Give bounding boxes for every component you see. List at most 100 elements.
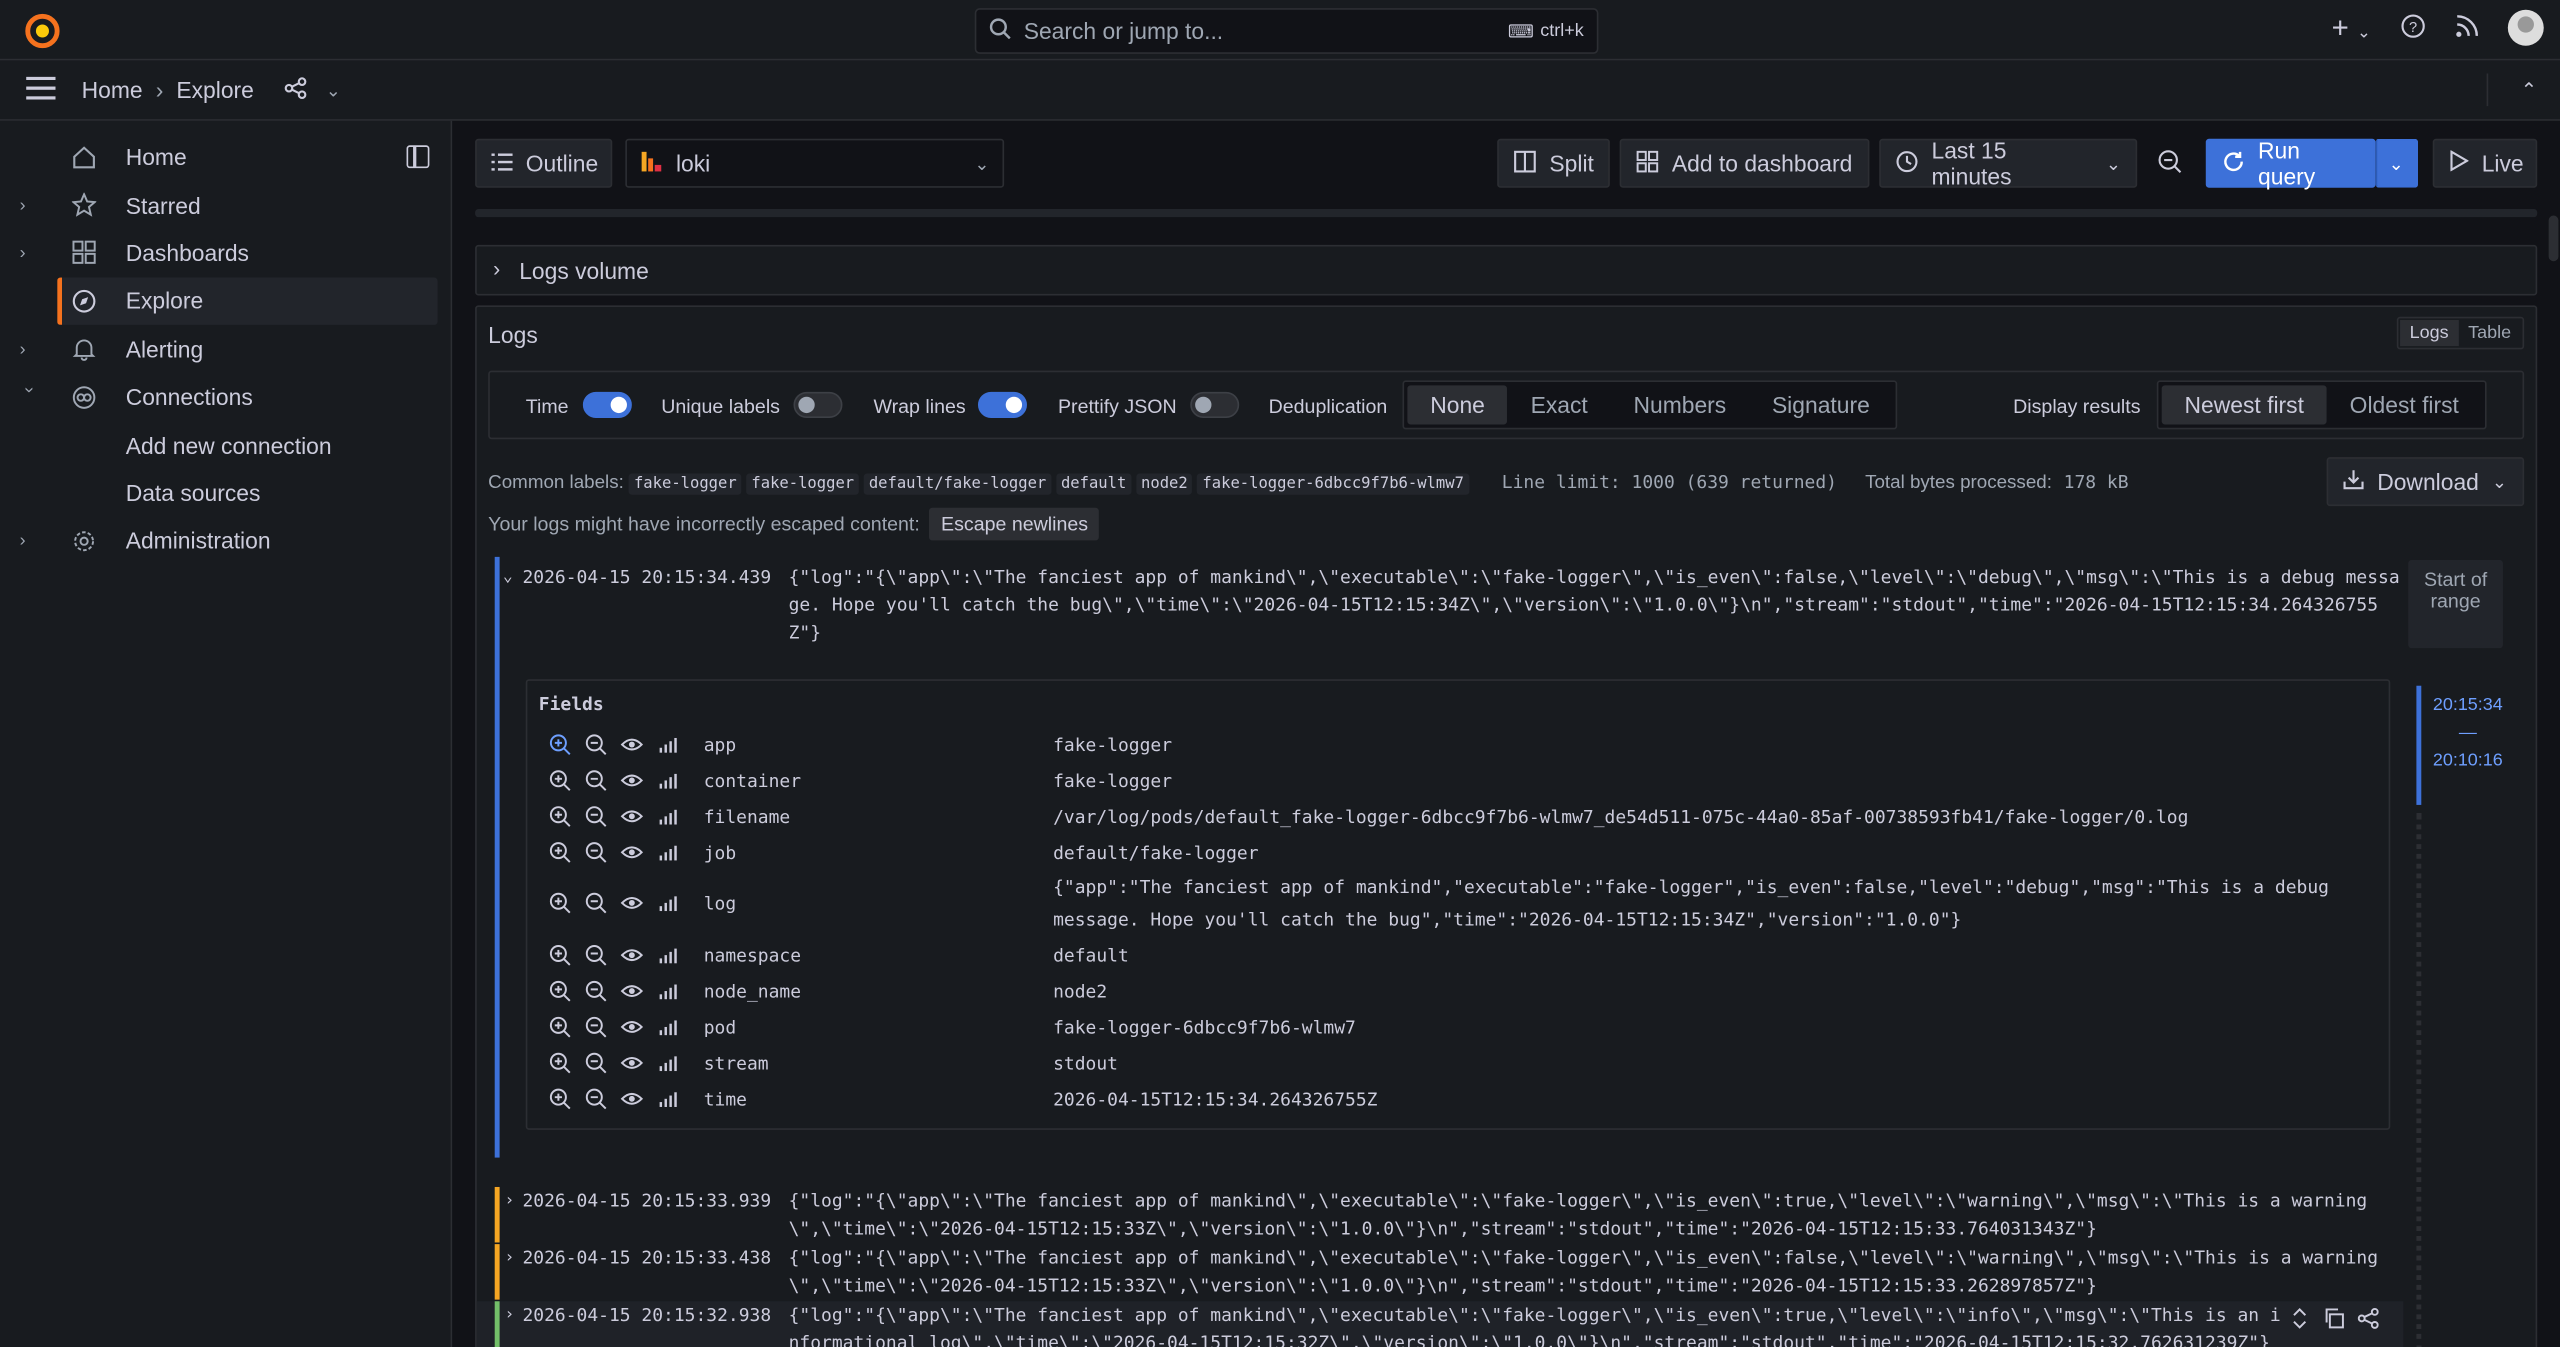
zoom-out-icon[interactable] [583, 839, 609, 865]
stats-icon[interactable] [655, 767, 681, 793]
sidebar-item-dashboards[interactable]: › Dashboards [0, 229, 452, 277]
tab-logs[interactable]: Logs [2399, 320, 2459, 347]
eye-icon[interactable] [619, 731, 645, 757]
sidebar-item-starred[interactable]: › Starred [0, 181, 452, 229]
zoom-in-icon[interactable] [547, 1086, 573, 1112]
zoom-in-icon[interactable] [547, 942, 573, 968]
escape-newlines-button[interactable]: Escape newlines [929, 507, 1100, 541]
log-row[interactable]: › 2026-04-15 20:15:32.938 {"log":"{\"app\"… [476, 1301, 2404, 1347]
sidebar-item-add-new-connection[interactable]: Add new connection [0, 421, 452, 469]
grafana-logo-icon[interactable] [23, 11, 62, 50]
start-of-range-button[interactable]: Start of range [2408, 560, 2503, 649]
search-input[interactable]: Search or jump to... ⌨ ctrl+k [974, 8, 1599, 54]
sidebar-item-home[interactable]: Home [0, 133, 452, 181]
eye-icon[interactable] [619, 1050, 645, 1076]
breadcrumb-home[interactable]: Home [82, 77, 143, 103]
dedup-none[interactable]: None [1407, 385, 1508, 425]
eye-icon[interactable] [619, 803, 645, 829]
zoom-out-icon[interactable] [583, 1014, 609, 1040]
chevron-up-icon[interactable]: ⌃ [2521, 78, 2537, 101]
sidebar-item-explore[interactable]: Explore [57, 277, 438, 326]
prettify-json-toggle[interactable] [1190, 391, 1240, 418]
zoom-in-icon[interactable] [547, 731, 573, 757]
menu-icon[interactable] [26, 75, 56, 104]
zoom-out-button[interactable] [2145, 139, 2191, 188]
chevron-right-icon[interactable]: › [20, 339, 40, 359]
eye-icon[interactable] [619, 942, 645, 968]
zoom-in-icon[interactable] [547, 890, 573, 916]
chevron-right-icon[interactable]: › [505, 1301, 515, 1329]
split-button[interactable]: Split [1497, 138, 1610, 188]
log-row[interactable]: › 2026-04-15 20:15:33.438 {"log":"{\"app\"… [477, 1244, 2404, 1300]
copy-icon[interactable] [2323, 1308, 2344, 1339]
help-icon[interactable]: ? [2400, 12, 2426, 43]
chevron-right-icon[interactable]: › [20, 243, 40, 263]
order-newest-first[interactable]: Newest first [2161, 385, 2327, 425]
zoom-in-icon[interactable] [547, 978, 573, 1004]
stats-icon[interactable] [655, 839, 681, 865]
eye-icon[interactable] [619, 767, 645, 793]
eye-icon[interactable] [619, 1014, 645, 1040]
stats-icon[interactable] [655, 942, 681, 968]
zoom-in-icon[interactable] [547, 767, 573, 793]
tab-table[interactable]: Table [2458, 320, 2521, 346]
zoom-out-icon[interactable] [583, 731, 609, 757]
chevron-down-icon[interactable]: › [20, 387, 40, 407]
log-row[interactable]: › 2026-04-15 20:15:33.939 {"log":"{\"app\"… [477, 1186, 2404, 1243]
stats-icon[interactable] [655, 890, 681, 916]
zoom-out-icon[interactable] [583, 890, 609, 916]
dedup-numbers[interactable]: Numbers [1611, 385, 1749, 424]
zoom-out-icon[interactable] [583, 803, 609, 829]
chevron-right-icon[interactable]: › [505, 1244, 515, 1272]
zoom-out-icon[interactable] [583, 767, 609, 793]
logs-volume-panel[interactable]: › Logs volume [475, 244, 2538, 296]
eye-icon[interactable] [619, 978, 645, 1004]
stats-icon[interactable] [655, 1086, 681, 1112]
share-icon[interactable] [2357, 1307, 2379, 1339]
chevron-right-icon[interactable]: › [20, 195, 40, 215]
zoom-out-icon[interactable] [583, 1050, 609, 1076]
chevron-right-icon[interactable]: › [493, 256, 500, 280]
avatar[interactable] [2507, 9, 2544, 46]
scrollbar[interactable] [2548, 215, 2559, 262]
sidebar-item-data-sources[interactable]: Data sources [0, 469, 452, 517]
stats-icon[interactable] [655, 1014, 681, 1040]
dedup-signature[interactable]: Signature [1749, 385, 1893, 424]
time-range-picker[interactable]: Last 15 minutes ⌄ [1879, 137, 2138, 189]
eye-icon[interactable] [619, 890, 645, 916]
expand-context-icon[interactable] [2289, 1308, 2310, 1339]
rss-icon[interactable] [2456, 14, 2479, 42]
dedup-exact[interactable]: Exact [1508, 385, 1611, 424]
order-oldest-first[interactable]: Oldest first [2327, 385, 2482, 424]
zoom-out-icon[interactable] [583, 942, 609, 968]
add-to-dashboard-button[interactable]: Add to dashboard [1619, 138, 1870, 188]
stats-icon[interactable] [655, 978, 681, 1004]
zoom-in-icon[interactable] [547, 803, 573, 829]
stats-icon[interactable] [655, 1050, 681, 1076]
download-button[interactable]: Download ⌄ [2326, 457, 2525, 507]
unique-labels-toggle[interactable] [793, 391, 843, 418]
share-icon[interactable] [283, 76, 306, 104]
live-button[interactable]: Live [2432, 138, 2538, 188]
eye-icon[interactable] [619, 1086, 645, 1112]
chevron-down-icon[interactable]: ⌄ [503, 563, 513, 591]
log-row-expanded[interactable]: ⌄ 2026-04-15 20:15:34.439 {"log":"{\"app… [477, 563, 2404, 651]
zoom-out-icon[interactable] [583, 978, 609, 1004]
time-toggle[interactable] [582, 391, 632, 418]
sidebar-item-alerting[interactable]: › Alerting [0, 325, 452, 373]
run-query-button[interactable]: Run query [2205, 137, 2376, 189]
zoom-in-icon[interactable] [547, 839, 573, 865]
chevron-right-icon[interactable]: › [20, 531, 40, 551]
run-query-options-button[interactable]: ⌄ [2375, 138, 2419, 188]
plus-icon[interactable]: + ⌄ [2332, 11, 2371, 45]
zoom-in-icon[interactable] [547, 1050, 573, 1076]
eye-icon[interactable] [619, 839, 645, 865]
chevron-down-icon[interactable]: ⌄ [326, 79, 341, 101]
chevron-right-icon[interactable]: › [505, 1187, 515, 1215]
datasource-picker[interactable]: loki ⌄ [625, 138, 1005, 188]
stats-icon[interactable] [655, 803, 681, 829]
sidebar-item-administration[interactable]: › Administration [0, 517, 452, 565]
outline-button[interactable]: Outline [475, 138, 613, 188]
zoom-out-icon[interactable] [583, 1086, 609, 1112]
wrap-lines-toggle[interactable] [977, 391, 1027, 418]
